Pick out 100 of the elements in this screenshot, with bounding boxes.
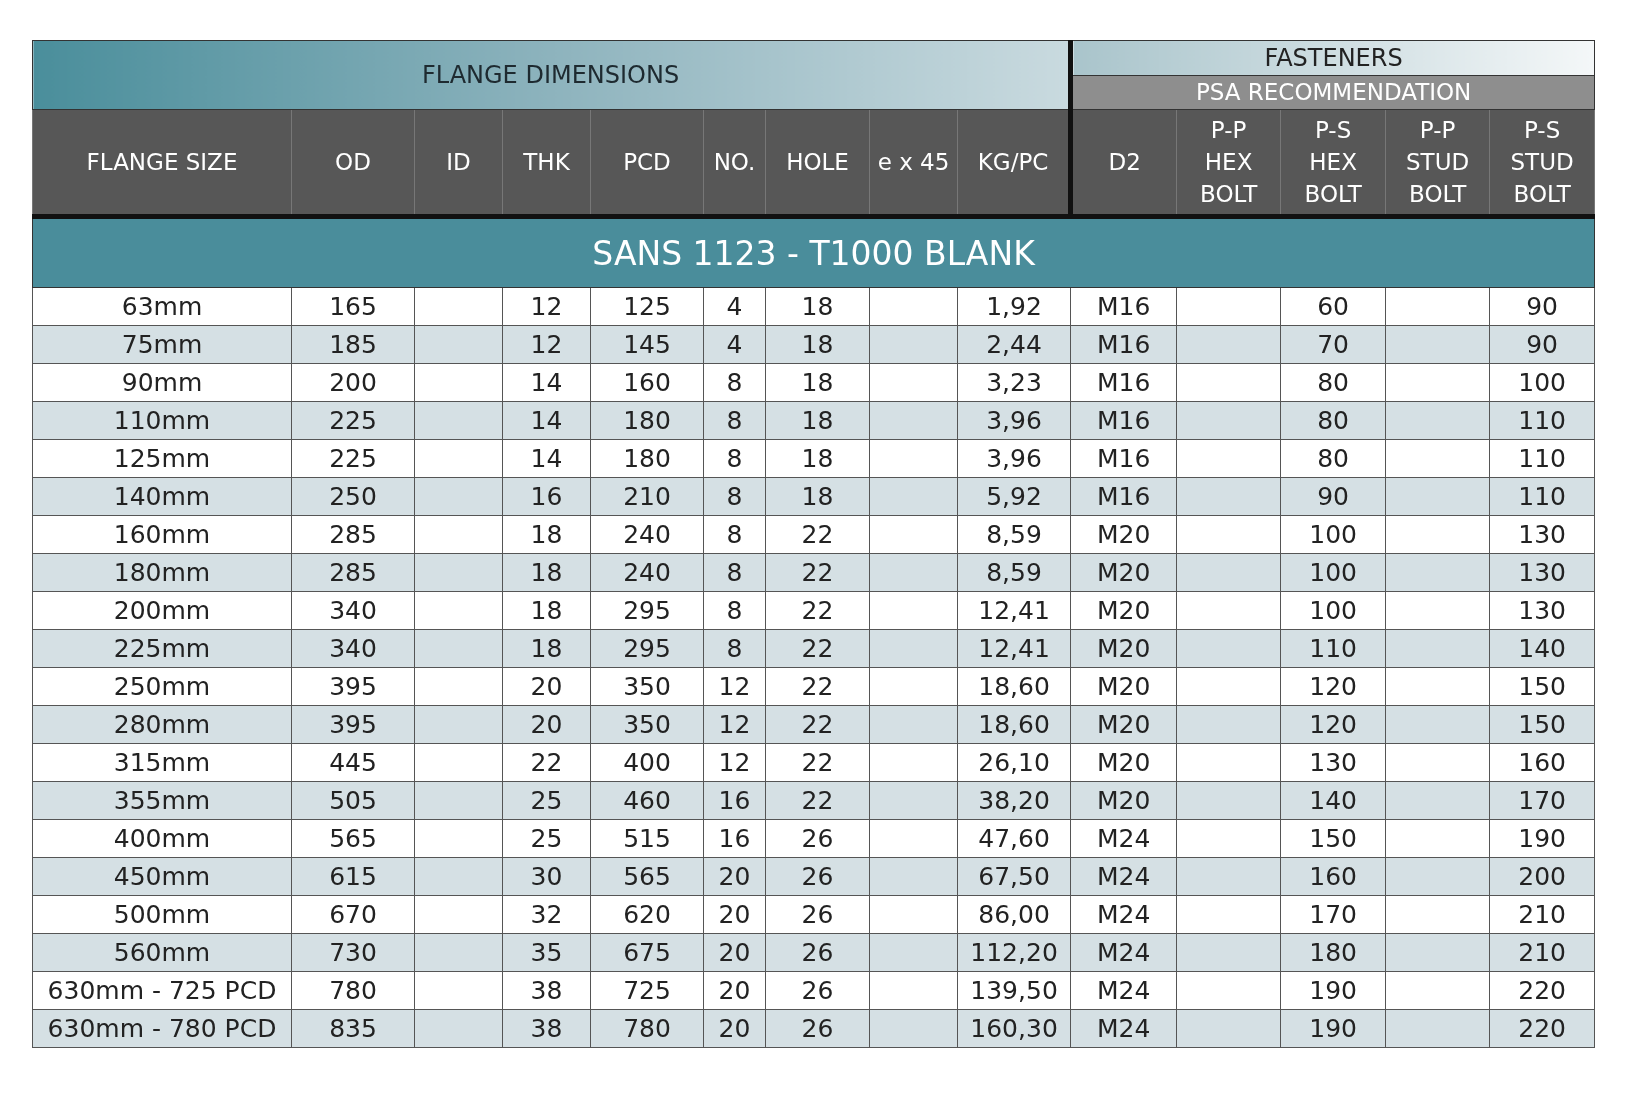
table-cell: 38 [502,1009,591,1048]
table-cell: M20 [1070,743,1177,782]
table-cell: 26,10 [957,743,1071,782]
column-header: ID [414,109,503,217]
table-cell: 140 [1489,629,1595,668]
table-cell: 340 [291,591,415,630]
table-cell: 139,50 [957,971,1071,1010]
table-cell: 285 [291,553,415,592]
table-cell: 26 [765,1009,870,1048]
table-cell: 22 [765,591,870,630]
table-cell: 4 [703,325,766,364]
table-cell: 285 [291,515,415,554]
table-cell: 110 [1489,439,1595,478]
table-cell: 90 [1489,325,1595,364]
table-cell: 240 [590,553,704,592]
table-cell: 35 [502,933,591,972]
table-cell: 22 [765,553,870,592]
table-cell: 675 [590,933,704,972]
table-cell: 12,41 [957,629,1071,668]
column-header: THK [502,109,591,217]
table-cell: 240 [590,515,704,554]
table-cell: 112,20 [957,933,1071,972]
table-cell: 130 [1489,515,1595,554]
table-cell: 20 [703,971,766,1010]
table-cell: 18 [502,629,591,668]
table-cell: 180 [590,439,704,478]
table-cell: 26 [765,857,870,896]
table-cell: 5,92 [957,477,1071,516]
table-cell: 125mm [32,439,292,478]
column-header: FLANGE SIZE [32,109,292,217]
table-cell: 295 [590,629,704,668]
table-cell: M16 [1070,401,1177,440]
table-cell: 125 [590,287,704,326]
table-cell: 22 [502,743,591,782]
table-cell: 18 [765,325,870,364]
table-cell: 3,23 [957,363,1071,402]
table-cell: 12,41 [957,591,1071,630]
table-cell: 18,60 [957,667,1071,706]
table-cell: 3,96 [957,401,1071,440]
table-cell: M20 [1070,705,1177,744]
table-cell: 730 [291,933,415,972]
table-cell: 130 [1489,553,1595,592]
column-header: PCD [590,109,704,217]
table-cell: 2,44 [957,325,1071,364]
table-cell: 120 [1280,705,1386,744]
table-cell: 340 [291,629,415,668]
table-cell: M16 [1070,287,1177,326]
table-cell: 185 [291,325,415,364]
table-cell: 8 [703,363,766,402]
table-cell: 12 [703,743,766,782]
table-cell: 1,92 [957,287,1071,326]
table-cell: 565 [590,857,704,896]
table-cell: 100 [1280,515,1386,554]
table-cell: 18 [765,287,870,326]
table-cell: 14 [502,401,591,440]
column-header: P-P STUD BOLT [1385,109,1490,217]
table-cell: 835 [291,1009,415,1048]
table-cell: 780 [291,971,415,1010]
table-cell: M16 [1070,439,1177,478]
table-cell: 280mm [32,705,292,744]
table-cell: 225mm [32,629,292,668]
table-cell: M20 [1070,667,1177,706]
table-cell: 20 [502,705,591,744]
table-cell: 160 [1489,743,1595,782]
table-cell: 16 [703,781,766,820]
table-cell: 130 [1489,591,1595,630]
table-cell: 25 [502,819,591,858]
table-cell: 190 [1280,1009,1386,1048]
column-header: P-S STUD BOLT [1489,109,1595,217]
table-cell: 12 [703,705,766,744]
table-cell: 615 [291,857,415,896]
table-cell: M24 [1070,857,1177,896]
table-cell: 150 [1489,667,1595,706]
table-cell: 160,30 [957,1009,1071,1048]
table-cell: 160 [590,363,704,402]
table-cell: 500mm [32,895,292,934]
table-cell: 145 [590,325,704,364]
table-cell: 8 [703,591,766,630]
table-cell: 12 [502,325,591,364]
table-cell: 38,20 [957,781,1071,820]
table-cell: M16 [1070,477,1177,516]
column-header: NO. [703,109,766,217]
table-cell: 140mm [32,477,292,516]
table-cell: 355mm [32,781,292,820]
table-cell: 110mm [32,401,292,440]
table-cell: 80 [1280,401,1386,440]
table-cell: 8 [703,401,766,440]
table-cell: 14 [502,363,591,402]
table-cell: 620 [590,895,704,934]
table-cell: 400 [590,743,704,782]
table-cell: 210 [590,477,704,516]
table-cell: 12 [502,287,591,326]
table-cell: 14 [502,439,591,478]
table-cell: 60 [1280,287,1386,326]
table-cell: 295 [590,591,704,630]
table-cell: 100 [1280,591,1386,630]
table-cell: M20 [1070,553,1177,592]
table-cell: M20 [1070,515,1177,554]
table-cell: 170 [1280,895,1386,934]
table-cell: 22 [765,743,870,782]
